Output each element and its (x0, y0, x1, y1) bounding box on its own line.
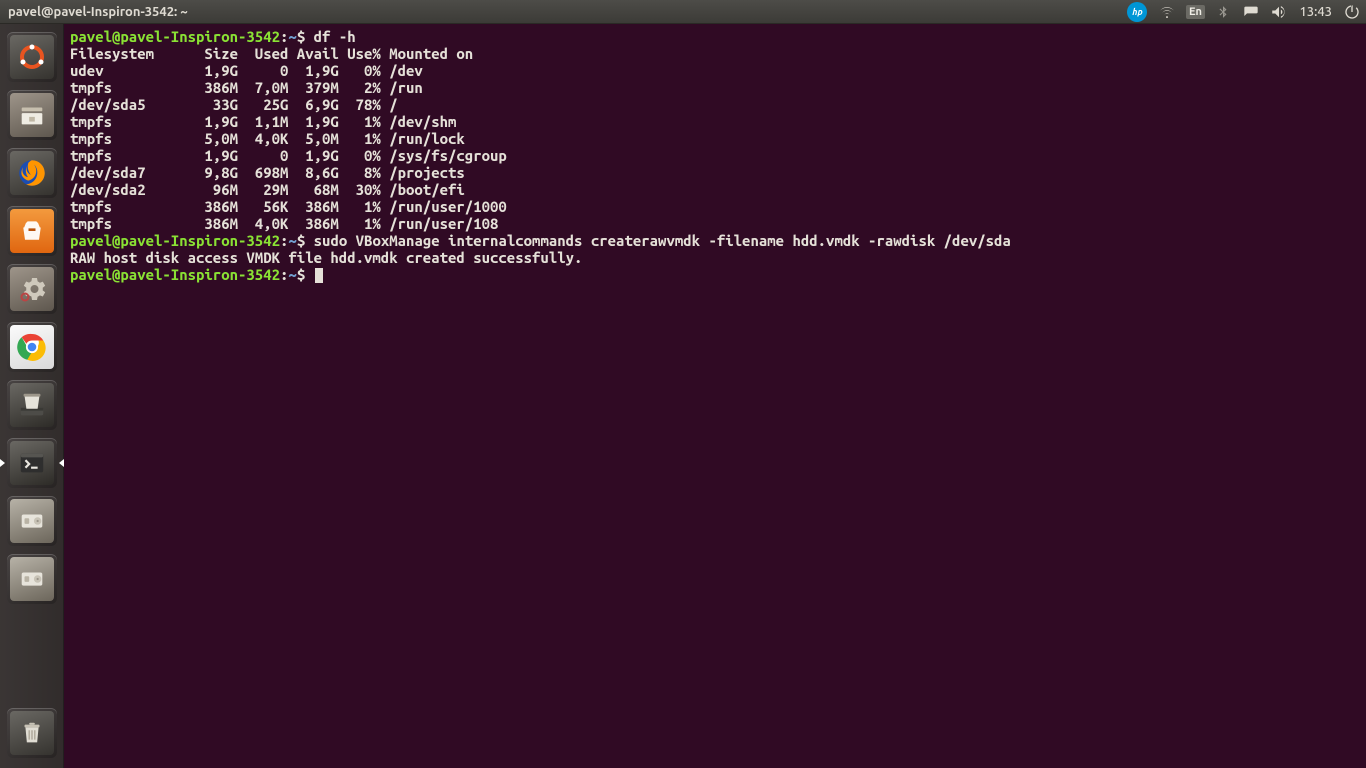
terminal-line: pavel@pavel-Inspiron-3542:~$ df -h (70, 28, 1360, 45)
terminal-line: tmpfs 5,0M 4,0K 5,0M 1% /run/lock (70, 130, 1360, 147)
launcher-software-center[interactable] (7, 206, 57, 256)
prompt-path: ~ (288, 266, 296, 283)
terminal-line: tmpfs 1,9G 1,1M 1,9G 1% /dev/shm (70, 113, 1360, 130)
terminal-body[interactable]: pavel@pavel-Inspiron-3542:~$ df -hFilesy… (64, 24, 1366, 768)
terminal-line: Filesystem Size Used Avail Use% Mounted … (70, 45, 1360, 62)
terminal-line: tmpfs 386M 4,0K 386M 1% /run/user/108 (70, 215, 1360, 232)
clock-indicator[interactable]: 13:43 (1293, 5, 1338, 19)
terminal-line: /dev/sda5 33G 25G 6,9G 78% / (70, 96, 1360, 113)
terminal-line: tmpfs 1,9G 0 1,9G 0% /sys/fs/cgroup (70, 147, 1360, 164)
terminal-line: tmpfs 386M 56K 386M 1% /run/user/1000 (70, 198, 1360, 215)
prompt-path: ~ (288, 232, 296, 249)
hp-indicator-icon[interactable]: hp (1125, 0, 1153, 24)
language-indicator[interactable]: En (1181, 0, 1209, 24)
top-menubar: pavel@pavel-Inspiron-3542: ~ hp En 13:43 (0, 0, 1366, 24)
session-indicator-icon[interactable] (1338, 0, 1366, 24)
terminal-line: pavel@pavel-Inspiron-3542:~$ sudo VBoxMa… (70, 232, 1360, 249)
network-indicator-icon[interactable] (1153, 0, 1181, 24)
terminal-line: udev 1,9G 0 1,9G 0% /dev (70, 62, 1360, 79)
launcher-chrome[interactable] (7, 322, 57, 372)
unity-launcher (0, 24, 64, 768)
terminal-cursor (315, 268, 323, 283)
terminal-line: /dev/sda2 96M 29M 68M 30% /boot/efi (70, 181, 1360, 198)
prompt-path: ~ (288, 28, 296, 45)
terminal-line: pavel@pavel-Inspiron-3542:~$ (70, 266, 1360, 283)
launcher-disk-b[interactable] (7, 554, 57, 604)
sound-indicator-icon[interactable] (1265, 0, 1293, 24)
launcher-terminal[interactable] (7, 438, 57, 488)
prompt-user: pavel@pavel-Inspiron-3542 (70, 232, 280, 249)
launcher-dash[interactable] (7, 32, 57, 82)
launcher-simple-scan[interactable] (7, 380, 57, 430)
bluetooth-indicator-icon[interactable] (1209, 0, 1237, 24)
terminal-line: /dev/sda7 9,8G 698M 8,6G 8% /projects (70, 164, 1360, 181)
terminal-line: tmpfs 386M 7,0M 379M 2% /run (70, 79, 1360, 96)
command-text: df -h (314, 28, 356, 45)
messaging-indicator-icon[interactable] (1237, 0, 1265, 24)
launcher-disk-a[interactable] (7, 496, 57, 546)
prompt-user: pavel@pavel-Inspiron-3542 (70, 28, 280, 45)
launcher-files[interactable] (7, 90, 57, 140)
launcher-trash[interactable] (7, 708, 57, 758)
window-title: pavel@pavel-Inspiron-3542: ~ (0, 5, 196, 19)
launcher-firefox[interactable] (7, 148, 57, 198)
launcher-settings[interactable] (7, 264, 57, 314)
prompt-user: pavel@pavel-Inspiron-3542 (70, 266, 280, 283)
terminal-line: RAW host disk access VMDK file hdd.vmdk … (70, 249, 1360, 266)
command-text: sudo VBoxManage internalcommands creater… (314, 232, 1011, 249)
